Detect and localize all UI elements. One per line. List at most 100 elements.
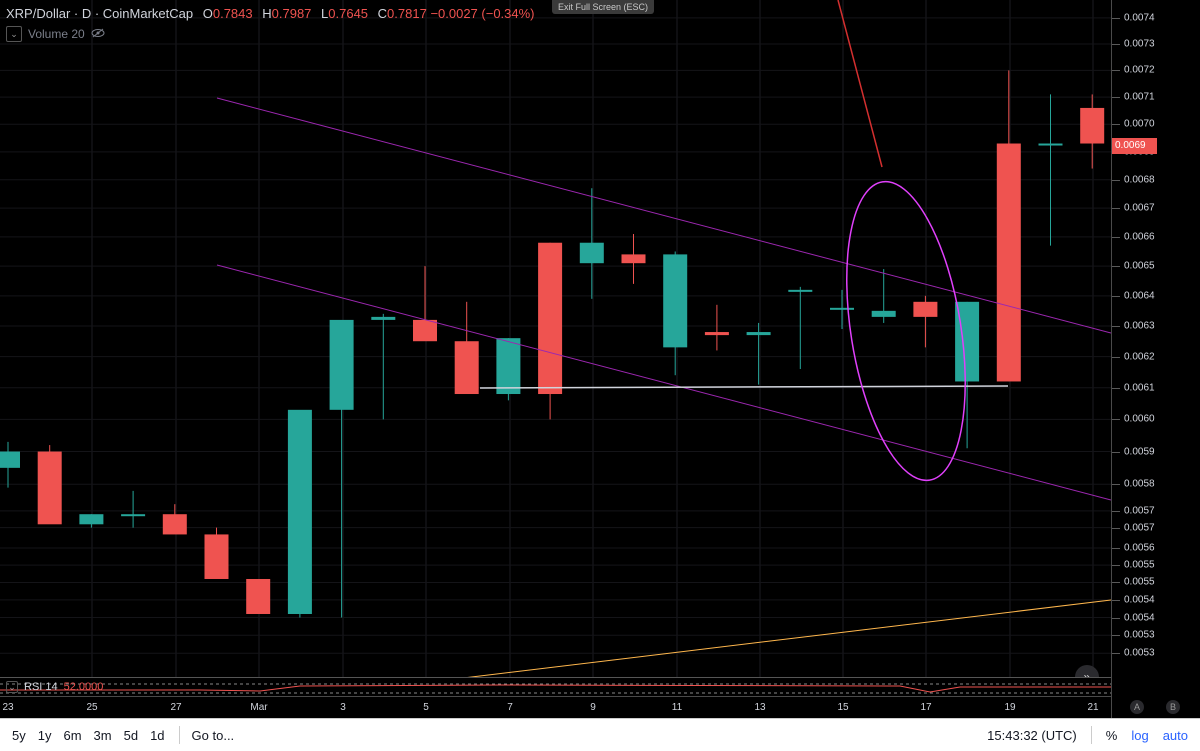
price-label: 0.0055 (1124, 576, 1155, 588)
rsi-plot (0, 683, 1111, 694)
range-3m-button[interactable]: 3m (94, 728, 112, 743)
price-tick (1112, 510, 1120, 512)
price-tick (1112, 356, 1120, 358)
price-tick (1112, 295, 1120, 297)
price-label: 0.0064 (1124, 290, 1155, 302)
candle-body (871, 310, 896, 317)
time-label: 19 (1004, 702, 1016, 713)
time-label: 7 (507, 702, 513, 713)
time-label: 21 (1087, 702, 1099, 713)
candle-body (37, 451, 62, 525)
price-tick (1112, 387, 1120, 389)
price-label: 0.0072 (1124, 64, 1155, 76)
price-tick (1112, 582, 1120, 584)
price-label: 0.0058 (1124, 478, 1155, 490)
high-value: 0.7987 (271, 6, 312, 21)
range-1d-button[interactable]: 1d (150, 728, 164, 743)
candle-body (287, 409, 312, 614)
time-label: 27 (170, 702, 182, 713)
price-label: 0.0061 (1124, 382, 1155, 394)
chart-legend: XRP/Dollar · D · CoinMarketCap O0.7843 H… (6, 6, 535, 21)
candle-body (621, 254, 646, 264)
time-label: 25 (86, 702, 98, 713)
price-chart[interactable] (0, 0, 1111, 677)
price-tick (1112, 179, 1120, 181)
candle-body (913, 301, 938, 317)
candle-body (329, 319, 354, 410)
range-5d-button[interactable]: 5d (124, 728, 138, 743)
close-value: 0.7817 (387, 6, 427, 21)
candle-body (162, 514, 187, 535)
candle-body (0, 451, 20, 468)
candle-body (830, 307, 854, 310)
price-tick (1112, 527, 1120, 529)
price-tick (1112, 70, 1120, 72)
price-label: 0.0057 (1124, 505, 1155, 517)
rsi-pane[interactable]: ⌄ RSI 14 52.0000 (0, 677, 1111, 697)
high-key: H (262, 6, 272, 21)
price-label: 0.0065 (1124, 260, 1155, 272)
candle-body (1080, 107, 1105, 144)
utc-clock[interactable]: 15:43:32 (UTC) (987, 728, 1077, 743)
axis-b-button[interactable]: B (1166, 700, 1180, 714)
chart-area[interactable] (0, 0, 1111, 677)
candle-body (579, 242, 604, 264)
price-label: 0.0073 (1124, 38, 1155, 50)
candle-body (1038, 143, 1063, 146)
price-tick (1112, 451, 1120, 453)
candle-body (454, 341, 479, 395)
open-key: O (202, 6, 213, 21)
percent-toggle[interactable]: % (1106, 728, 1118, 743)
range-6m-button[interactable]: 6m (63, 728, 81, 743)
price-label: 0.0059 (1124, 446, 1155, 458)
goto-button[interactable]: Go to... (192, 728, 235, 743)
price-label: 0.0074 (1124, 12, 1155, 24)
close-key: C (377, 6, 388, 21)
volume-label[interactable]: Volume 20 (28, 27, 85, 41)
exit-fullscreen-button[interactable]: Exit Full Screen (ESC) (552, 0, 655, 14)
candle-body (121, 514, 146, 517)
candle-body (704, 332, 729, 336)
price-tick (1112, 97, 1120, 99)
symbol-label[interactable]: XRP/Dollar · D · CoinMarketCap (6, 6, 193, 21)
range-1y-button[interactable]: 1y (38, 728, 52, 743)
range-5y-button[interactable]: 5y (12, 728, 26, 743)
rsi-legend: ⌄ RSI 14 52.0000 (6, 681, 103, 693)
eye-off-icon[interactable] (91, 27, 105, 41)
bottom-toolbar: 5y 1y 6m 3m 5d 1d Go to... 15:43:32 (UTC… (0, 718, 1200, 751)
price-tick (1112, 653, 1120, 655)
price-tick (1112, 635, 1120, 637)
current-price-tag: 0.0069 (1112, 138, 1157, 155)
time-label: 5 (423, 702, 429, 713)
bottom-right-controls: 15:43:32 (UTC) % log auto (987, 719, 1188, 751)
price-label: 0.0054 (1124, 594, 1155, 606)
price-tick (1112, 124, 1120, 126)
time-axis[interactable]: 23 25 27 Mar 3 5 7 9 11 13 15 17 19 21 (0, 696, 1111, 719)
rsi-label[interactable]: RSI 14 (24, 681, 58, 693)
axis-a-button[interactable]: A (1130, 700, 1144, 714)
time-label: 9 (590, 702, 596, 713)
price-tick (1112, 43, 1120, 45)
candle-body (788, 289, 813, 292)
candle-body (538, 242, 563, 395)
log-toggle[interactable]: log (1131, 728, 1148, 743)
divider (1090, 726, 1092, 744)
candle-body (746, 332, 771, 336)
time-label: 13 (754, 702, 766, 713)
price-axis[interactable]: 0.0074 0.0073 0.0072 0.0071 0.0070 0.0069 0.00… (1111, 0, 1200, 718)
price-label: 0.0062 (1124, 351, 1155, 363)
change-value: −0.0027 (−0.34%) (430, 6, 535, 21)
open-value: 0.7843 (212, 6, 253, 21)
price-tick (1112, 17, 1120, 19)
auto-toggle[interactable]: auto (1163, 728, 1188, 743)
time-label: Mar (250, 702, 268, 713)
collapse-icon[interactable]: ⌄ (6, 681, 18, 693)
price-label: 0.0060 (1124, 413, 1155, 425)
price-label: 0.0068 (1124, 174, 1155, 186)
volume-legend: ⌄ Volume 20 (6, 26, 105, 42)
price-label: 0.0054 (1124, 612, 1155, 624)
price-label: 0.0070 (1124, 118, 1155, 130)
collapse-icon[interactable]: ⌄ (6, 26, 22, 42)
time-label: 15 (837, 702, 849, 713)
candle-body (996, 143, 1021, 382)
